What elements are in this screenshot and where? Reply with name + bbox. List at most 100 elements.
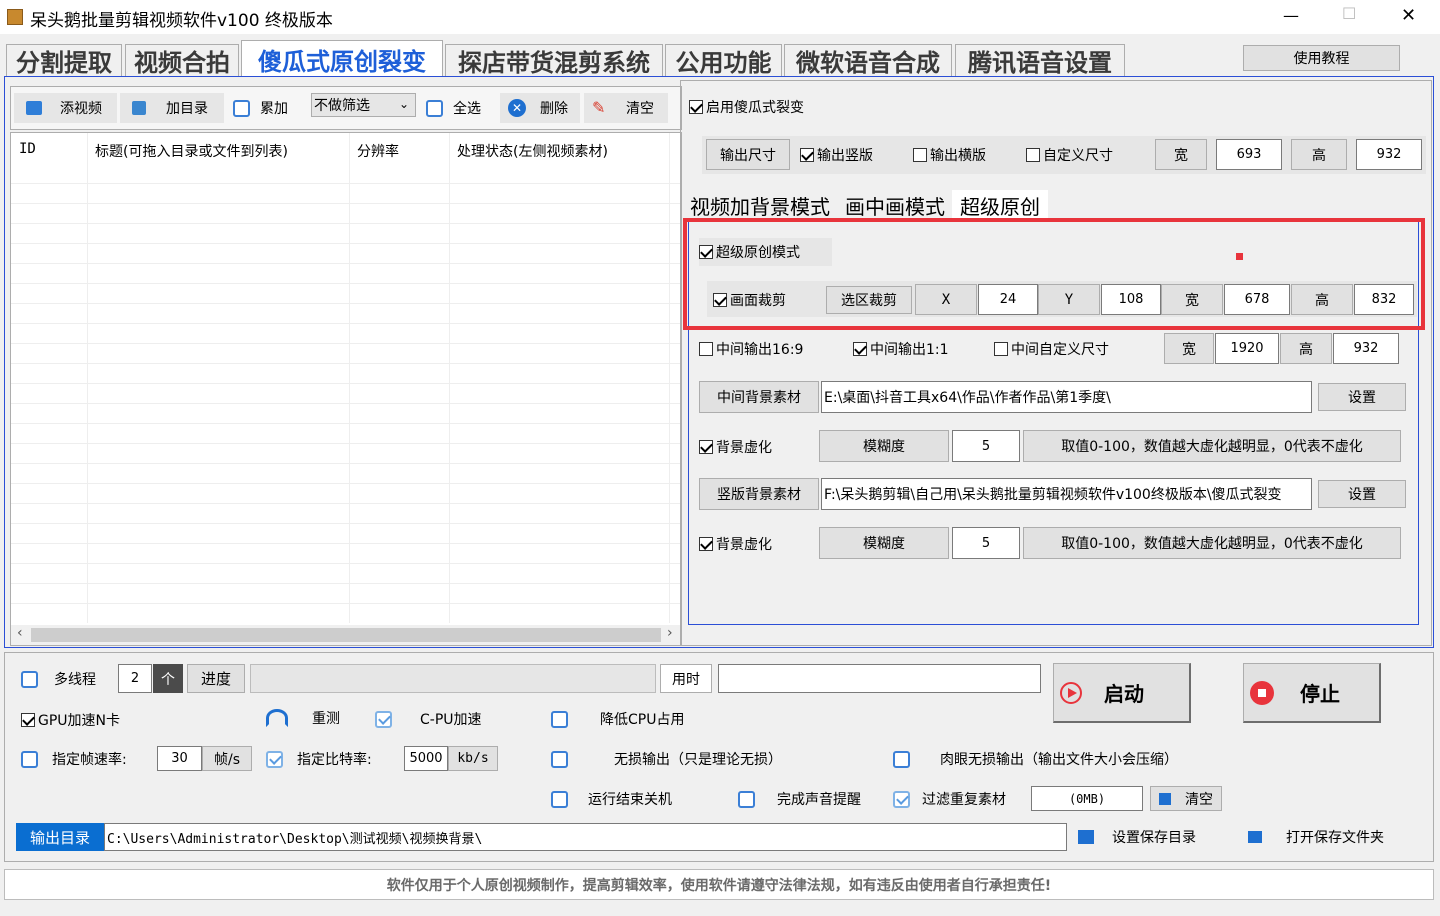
select-all-checkbox[interactable]: 全选: [426, 98, 481, 118]
checkbox-icon: [426, 99, 443, 117]
tab-tencent-tts[interactable]: 腾讯语音设置: [955, 44, 1125, 77]
select-crop-button[interactable]: 选区裁剪: [826, 286, 912, 314]
subtab-super-original[interactable]: 超级原创: [952, 190, 1048, 220]
multithread-checkbox[interactable]: 多线程: [21, 669, 96, 689]
scroll-left-icon[interactable]: ‹: [17, 625, 23, 641]
y-label-button[interactable]: Y: [1038, 284, 1100, 315]
add-video-button[interactable]: 添视频: [14, 93, 117, 123]
output-landscape-checkbox[interactable]: 输出横版: [913, 145, 986, 165]
bitrate-input[interactable]: 5000: [404, 746, 448, 771]
file-table[interactable]: ID 标题(可拖入目录或文件到列表) 分辨率 处理状态(左侧视频素材) ‹ ›: [10, 132, 682, 646]
width-label-button[interactable]: 宽: [1155, 139, 1207, 170]
mid-height-label-button[interactable]: 高: [1280, 333, 1332, 364]
mid-169-checkbox[interactable]: 中间输出16:9: [699, 339, 803, 359]
shutdown-checkbox[interactable]: 运行结束关机: [551, 789, 672, 809]
tab-fission[interactable]: 傻瓜式原创裂变: [241, 40, 443, 77]
column-header-id[interactable]: ID: [19, 141, 36, 157]
fps-input[interactable]: 30: [157, 746, 202, 771]
mid-height-input[interactable]: 932: [1333, 333, 1399, 364]
super-mode-checkbox[interactable]: 超级原创模式: [699, 238, 832, 266]
vert-bg-button[interactable]: 竖版背景素材: [699, 478, 819, 510]
column-header-status[interactable]: 处理状态(左侧视频素材): [457, 141, 608, 161]
blur-input[interactable]: 5: [952, 430, 1020, 462]
accumulate-checkbox[interactable]: 累加: [233, 98, 288, 118]
tab-ms-tts[interactable]: 微软语音合成: [784, 44, 952, 77]
column-header-resolution[interactable]: 分辨率: [357, 141, 399, 161]
height-label-button[interactable]: 高: [1291, 139, 1347, 170]
open-save-dir-button[interactable]: 打开保存文件夹: [1248, 827, 1384, 847]
subtab-bg-mode[interactable]: 视频加背景模式: [690, 192, 830, 220]
start-button[interactable]: 启动: [1053, 663, 1191, 723]
output-portrait-checkbox[interactable]: 输出竖版: [800, 145, 873, 165]
crop-width-input[interactable]: 678: [1224, 284, 1290, 315]
enable-fission-checkbox[interactable]: 启用傻瓜式裂变: [689, 97, 804, 117]
column-header-title[interactable]: 标题(可拖入目录或文件到列表): [95, 141, 288, 161]
maximize-button[interactable]: ☐: [1342, 4, 1356, 23]
fps-unit: 帧/s: [202, 746, 252, 771]
output-dir-input[interactable]: C:\Users\Administrator\Desktop\测试视频\视频换背…: [104, 823, 1067, 851]
thread-count-input[interactable]: 2: [118, 664, 152, 693]
clear-button[interactable]: ✎ 清空: [584, 93, 668, 123]
x-label-button[interactable]: X: [915, 284, 977, 315]
retest-label: 重测: [312, 711, 340, 727]
crop-height-label-button[interactable]: 高: [1291, 284, 1353, 315]
crop-width-label-button[interactable]: 宽: [1161, 284, 1223, 315]
cpu-accel-checkbox[interactable]: C-PU加速: [375, 709, 482, 729]
subtab-pip-mode[interactable]: 画中画模式: [845, 192, 945, 220]
blur-label-button[interactable]: 模糊度: [819, 430, 949, 462]
crop-height-input[interactable]: 832: [1354, 284, 1414, 315]
scroll-right-icon[interactable]: ›: [667, 625, 673, 641]
y-input[interactable]: 108: [1101, 284, 1161, 315]
close-button[interactable]: ✕: [1401, 5, 1416, 26]
add-dir-button[interactable]: 加目录: [120, 93, 224, 123]
sound-notify-checkbox[interactable]: 完成声音提醒: [738, 789, 861, 809]
x-input[interactable]: 24: [978, 284, 1038, 315]
mid-custom-checkbox[interactable]: 中间自定义尺寸: [994, 339, 1109, 359]
fps-checkbox[interactable]: 指定帧速率:: [21, 749, 127, 769]
custom-size-checkbox[interactable]: 自定义尺寸: [1026, 145, 1113, 165]
mid-bg-path-input[interactable]: E:\桌面\抖音工具x64\作品\作者作品\第1季度\: [821, 381, 1312, 413]
help-button[interactable]: 使用教程: [1243, 45, 1400, 71]
bg-blur-checkbox[interactable]: 背景虚化: [699, 437, 772, 457]
vert-bg-set-button[interactable]: 设置: [1318, 480, 1406, 508]
stop-button[interactable]: 停止: [1243, 663, 1381, 723]
visual-lossless-checkbox[interactable]: 肉眼无损输出（输出文件大小会压缩）: [893, 749, 1178, 769]
mid-width-label-button[interactable]: 宽: [1164, 333, 1214, 364]
bg-blur2-checkbox[interactable]: 背景虚化: [699, 534, 772, 554]
lossless-checkbox[interactable]: 无损输出（只是理论无损）: [551, 749, 782, 769]
gpu-checkbox[interactable]: GPU加速N卡: [21, 710, 120, 730]
blur2-label-button[interactable]: 模糊度: [819, 527, 949, 559]
mid-11-checkbox[interactable]: 中间输出1:1: [853, 339, 949, 359]
minimize-button[interactable]: —: [1283, 6, 1299, 25]
checkbox-icon: [21, 750, 38, 768]
lower-cpu-checkbox[interactable]: 降低CPU占用: [551, 709, 684, 729]
set-save-dir-button[interactable]: 设置保存目录: [1078, 827, 1196, 847]
gpu-label: GPU加速N卡: [38, 713, 121, 729]
retest-button[interactable]: 重测: [266, 708, 340, 728]
set-save-dir-label: 设置保存目录: [1112, 830, 1196, 846]
dup-clear-button[interactable]: 清空: [1150, 786, 1222, 811]
save-dir-icon: [1078, 830, 1094, 844]
tab-common[interactable]: 公用功能: [665, 44, 782, 77]
height-input[interactable]: 932: [1356, 139, 1422, 170]
filter-dup-checkbox[interactable]: 过滤重复素材: [893, 789, 1006, 809]
width-input[interactable]: 693: [1216, 139, 1282, 170]
vert-bg-path-input[interactable]: F:\呆头鹅剪辑\自己用\呆头鹅批量剪辑视频软件v100终极版本\傻瓜式裂变: [821, 478, 1312, 510]
checkbox-icon: [699, 245, 713, 259]
scroll-thumb[interactable]: [31, 628, 661, 642]
bitrate-checkbox[interactable]: 指定比特率:: [266, 749, 372, 769]
output-landscape-label: 输出横版: [930, 148, 986, 164]
mid-bg-button[interactable]: 中间背景素材: [699, 381, 819, 413]
tab-merge[interactable]: 视频合拍: [125, 44, 239, 77]
tab-store-mix[interactable]: 探店带货混剪系统: [445, 44, 663, 77]
horizontal-scrollbar[interactable]: ‹ ›: [11, 625, 681, 645]
mid-width-input[interactable]: 1920: [1215, 333, 1279, 364]
delete-button[interactable]: ✕ 删除: [500, 93, 580, 123]
output-size-button[interactable]: 输出尺寸: [706, 139, 790, 170]
mid-bg-set-button[interactable]: 设置: [1318, 383, 1406, 411]
filter-select[interactable]: 不做筛选 ⌄: [311, 93, 416, 117]
tab-split[interactable]: 分割提取: [6, 44, 122, 77]
crop-checkbox[interactable]: 画面裁剪: [713, 290, 786, 310]
stop-label: 停止: [1300, 682, 1340, 706]
blur2-input[interactable]: 5: [952, 527, 1020, 559]
